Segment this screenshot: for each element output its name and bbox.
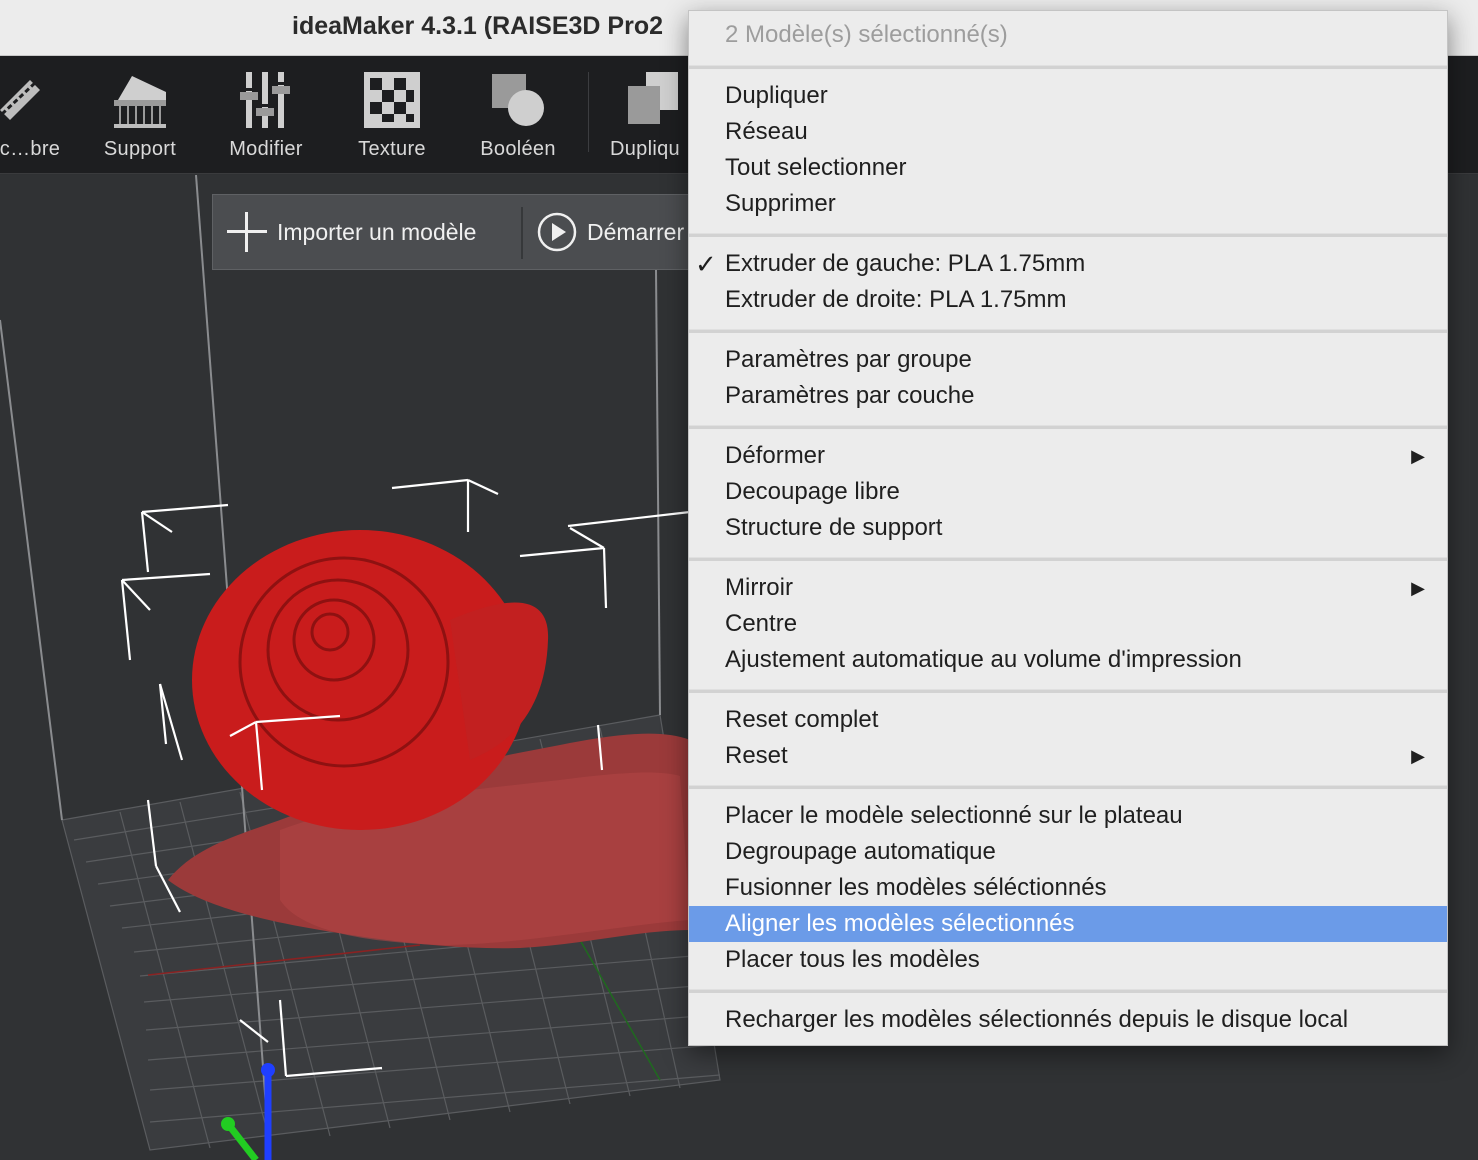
cut-icon: [0, 80, 40, 120]
modifier-sliders-icon: [240, 72, 290, 128]
menu-item-reset[interactable]: Reset ▶: [689, 738, 1447, 774]
menu-item-label: Reset: [725, 742, 788, 769]
menu-item-full-reset[interactable]: Reset complet: [689, 702, 1447, 738]
menu-item-reload-from-disk[interactable]: Recharger les modèles sélectionnés depui…: [689, 1002, 1447, 1038]
menu-item-merge-selected[interactable]: Fusionner les modèles séléctionnés: [689, 870, 1447, 906]
menu-item-label: Réseau: [725, 118, 808, 145]
support-icon: [114, 76, 166, 128]
menu-separator: [689, 329, 1447, 333]
menu-item-support-structure[interactable]: Structure de support: [689, 510, 1447, 546]
texture-checker-icon: [364, 72, 420, 128]
menu-item-label: Paramètres par couche: [725, 382, 975, 409]
menu-separator: [689, 65, 1447, 69]
play-icon: [537, 212, 577, 252]
menu-item-array[interactable]: Réseau: [689, 114, 1447, 150]
toolbar-cut-label: c…bre: [0, 138, 61, 160]
menu-item-select-all[interactable]: Tout selectionner: [689, 150, 1447, 186]
toolbar-boolean-label: Booléen: [480, 138, 556, 160]
menu-item-auto-ungroup[interactable]: Degroupage automatique: [689, 834, 1447, 870]
toolbar-support-button[interactable]: Support: [80, 70, 200, 170]
menu-item-label: Extruder de gauche: PLA 1.75mm: [725, 250, 1086, 277]
menu-item-label: Mirroir: [725, 574, 793, 601]
menu-item-place-on-plate[interactable]: Placer le modèle selectionné sur le plat…: [689, 798, 1447, 834]
menu-separator: [689, 989, 1447, 993]
submenu-arrow-icon: ▶: [1411, 446, 1425, 466]
menu-item-label: Degroupage automatique: [725, 838, 996, 865]
menu-item-auto-fit-volume[interactable]: Ajustement automatique au volume d'impre…: [689, 642, 1447, 678]
menu-item-mirror[interactable]: Mirroir ▶: [689, 570, 1447, 606]
menu-item-align-selected[interactable]: Aligner les modèles sélectionnés: [689, 906, 1447, 942]
toolbar-separator: [588, 72, 589, 152]
menu-item-label: Ajustement automatique au volume d'impre…: [725, 646, 1242, 673]
menu-item-label: Reset complet: [725, 706, 879, 733]
checkmark-icon: ✓: [695, 249, 717, 279]
toolbar-modifier-label: Modifier: [229, 138, 303, 160]
menu-separator: [689, 425, 1447, 429]
menu-item-label: Aligner les modèles sélectionnés: [725, 910, 1075, 937]
menu-item-label: Placer tous les modèles: [725, 946, 980, 973]
menu-header-selection-count: 2 Modèle(s) sélectionné(s): [725, 21, 1008, 48]
menu-separator: [689, 785, 1447, 789]
menu-item-delete[interactable]: Supprimer: [689, 186, 1447, 222]
menu-separator: [689, 557, 1447, 561]
menu-item-settings-per-layer[interactable]: Paramètres par couche: [689, 378, 1447, 414]
toolbar-texture-button[interactable]: Texture: [332, 70, 452, 170]
menu-item-label: Recharger les modèles sélectionnés depui…: [725, 1006, 1349, 1033]
submenu-arrow-icon: ▶: [1411, 578, 1425, 598]
menu-item-right-extruder[interactable]: Extruder de droite: PLA 1.75mm: [689, 282, 1447, 318]
menu-item-label: Dupliquer: [725, 82, 828, 109]
toolbar-texture-label: Texture: [358, 138, 426, 160]
quick-action-bar: Importer un modèle Démarrer: [212, 194, 692, 270]
menu-item-label: Structure de support: [725, 514, 943, 541]
menu-item-label: Paramètres par groupe: [725, 346, 972, 373]
menu-item-settings-per-group[interactable]: Paramètres par groupe: [689, 342, 1447, 378]
menu-item-free-cut[interactable]: Decoupage libre: [689, 474, 1447, 510]
toolbar-boolean-button[interactable]: Booléen: [458, 70, 578, 170]
toolbar-support-label: Support: [103, 138, 177, 160]
menu-separator: [689, 233, 1447, 237]
menu-item-deform[interactable]: Déformer ▶: [689, 438, 1447, 474]
boolean-shapes-icon: [492, 74, 544, 126]
menu-item-duplicate[interactable]: Dupliquer: [689, 78, 1447, 114]
toolbar-modifier-button[interactable]: Modifier: [206, 70, 326, 170]
menu-item-label: Placer le modèle selectionné sur le plat…: [725, 802, 1183, 829]
duplicate-icon: [628, 72, 678, 124]
import-model-button[interactable]: Importer un modèle: [227, 209, 476, 255]
context-menu: 2 Modèle(s) sélectionné(s) Dupliquer Rés…: [688, 10, 1448, 1046]
menu-item-label: Fusionner les modèles séléctionnés: [725, 874, 1107, 901]
menu-item-label: Centre: [725, 610, 798, 637]
import-model-label: Importer un modèle: [277, 218, 477, 245]
menu-item-label: Tout selectionner: [725, 154, 907, 181]
menu-item-label: Extruder de droite: PLA 1.75mm: [725, 286, 1067, 313]
toolbar-cut-button[interactable]: c…bre: [0, 70, 90, 170]
menu-item-label: Déformer: [725, 442, 826, 469]
menu-item-place-all[interactable]: Placer tous les modèles: [689, 942, 1447, 978]
window-title: ideaMaker 4.3.1 (RAISE3D Pro2: [292, 12, 663, 40]
menu-item-left-extruder[interactable]: ✓ Extruder de gauche: PLA 1.75mm: [689, 246, 1447, 282]
menu-item-center[interactable]: Centre: [689, 606, 1447, 642]
start-slicing-button[interactable]: Démarrer: [537, 209, 693, 255]
menu-separator: [689, 689, 1447, 693]
submenu-arrow-icon: ▶: [1411, 746, 1425, 766]
actionbar-separator: [521, 207, 523, 259]
menu-item-label: Decoupage libre: [725, 478, 900, 505]
menu-item-label: Supprimer: [725, 190, 836, 217]
plus-icon: [227, 212, 267, 252]
start-slicing-label: Démarrer: [587, 218, 685, 245]
